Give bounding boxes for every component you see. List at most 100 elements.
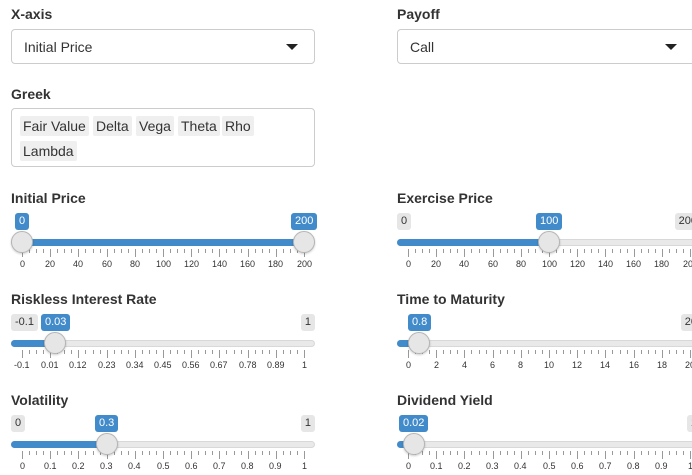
slider-minor-tick (655, 451, 656, 455)
slider-minor-tick (591, 350, 592, 354)
slider-minor-tick (234, 350, 235, 354)
payoff-select[interactable]: Call (397, 29, 692, 64)
slider-minor-tick (198, 451, 199, 455)
slider-tick (248, 451, 249, 459)
slider-handle[interactable] (44, 332, 66, 354)
slider-bar (397, 239, 549, 246)
slider-tick (690, 249, 691, 257)
slider-tick-label: 12 (572, 360, 583, 370)
slider-minor-tick (85, 451, 86, 455)
slider-minor-tick (598, 249, 599, 253)
slider-tick (107, 249, 108, 257)
time-to-maturity-slider[interactable]: 20 0 2 4 6 8 10 12 14 16 18 20 0.8 (397, 314, 692, 374)
exercise-price-slider[interactable]: 0 200 0 20 40 60 80 100 120 140 160 180 200 100 (397, 213, 692, 273)
greek-chip-vega[interactable]: Vega (136, 116, 174, 136)
slider-tick (219, 451, 220, 459)
slider-minor-tick (612, 249, 613, 253)
slider-tick (464, 451, 465, 459)
slider-minor-tick (676, 249, 677, 253)
slider-tick-label: 40 (459, 259, 470, 269)
slider-handle[interactable] (408, 332, 430, 354)
caret-down-icon (665, 44, 677, 50)
slider-tick-label: 0.5 (157, 461, 170, 471)
slider-track[interactable] (397, 340, 692, 347)
slider-minor-tick (57, 249, 58, 253)
slider-tick-label: 0 (406, 259, 412, 269)
slider-minor-tick (620, 249, 621, 253)
slider-minor-tick (100, 350, 101, 354)
slider-minor-tick (241, 249, 242, 253)
slider-minor-tick (598, 451, 599, 455)
slider-handle[interactable] (96, 433, 118, 455)
slider-minor-tick (443, 249, 444, 253)
slider-tick-label: 0.2 (458, 461, 471, 471)
slider-tick (464, 249, 465, 257)
dividend-yield-slider[interactable]: 1 0 0.1 0.2 0.3 0.4 0.5 0.6 0.7 0.8 0.9 1 0.02 (397, 415, 692, 475)
greek-chip-fair-value[interactable]: Fair Value (20, 116, 89, 136)
slider-minor-tick (212, 350, 213, 354)
slider-tick-label: 0.3 (100, 461, 113, 471)
slider-minor-tick (620, 350, 621, 354)
slider-minor-tick (290, 350, 291, 354)
slider-tick-label: 2 (434, 360, 440, 370)
slider-minor-tick (93, 249, 94, 253)
slider-tick-label: 1 (302, 461, 308, 471)
slider-minor-tick (591, 249, 592, 253)
slider-tick-label: 0.1 (44, 461, 57, 471)
slider-minor-tick (57, 451, 58, 455)
slider-handle-to[interactable] (293, 231, 315, 253)
slider-tick (191, 451, 192, 459)
slider-minor-tick (683, 350, 684, 354)
slider-minor-tick (114, 249, 115, 253)
slider-tick (521, 350, 522, 358)
slider-minor-tick (570, 249, 571, 253)
slider-tick-label: 18 (657, 360, 668, 370)
slider-minor-tick (683, 249, 684, 253)
slider-minor-tick (507, 451, 508, 455)
slider-handle-from[interactable] (11, 231, 33, 253)
slider-minor-tick (255, 451, 256, 455)
greek-chip-delta[interactable]: Delta (93, 116, 132, 136)
slider-tick-label: -0.1 (14, 360, 30, 370)
slider-minor-tick (177, 451, 178, 455)
slider-minor-tick (184, 249, 185, 253)
slider-minor-tick (170, 249, 171, 253)
slider-value-badge: 0.8 (408, 314, 432, 331)
slider-minor-tick (655, 350, 656, 354)
slider-handle[interactable] (403, 433, 425, 455)
slider-minor-tick (177, 249, 178, 253)
slider-minor-tick (149, 249, 150, 253)
slider-tick-label: 140 (598, 259, 614, 269)
greek-chip-lambda[interactable]: Lambda (20, 141, 77, 161)
slider-minor-tick (297, 451, 298, 455)
slider-minor-tick (479, 350, 480, 354)
slider-handle[interactable] (538, 231, 560, 253)
greek-chip-rho[interactable]: Rho (222, 116, 254, 136)
slider-minor-tick (205, 350, 206, 354)
slider-tick-label: 6 (490, 360, 496, 370)
greek-label: Greek (11, 86, 51, 102)
riskless-rate-slider[interactable]: -0.1 1 -0.1 0.01 0.12 0.23 0.34 0.45 0.56 0.67 0.7… (11, 314, 315, 374)
slider-minor-tick (290, 451, 291, 455)
slider-tick (577, 451, 578, 459)
slider-minor-tick (36, 350, 37, 354)
slider-tick (304, 350, 305, 358)
slider-minor-tick (669, 451, 670, 455)
slider-min-badge: 0 (11, 415, 26, 432)
slider-minor-tick (669, 350, 670, 354)
slider-tick-label: 1 (302, 360, 308, 370)
slider-minor-tick (114, 350, 115, 354)
slider-track[interactable] (397, 441, 692, 448)
slider-minor-tick (290, 249, 291, 253)
slider-tick (78, 451, 79, 459)
slider-tick (191, 249, 192, 257)
slider-minor-tick (156, 249, 157, 253)
greek-multiselect[interactable]: Fair Value Delta Vega Theta Rho Lambda (11, 108, 315, 167)
slider-max-badge: 1 (686, 415, 692, 432)
volatility-slider[interactable]: 0 1 0 0.1 0.2 0.3 0.4 0.5 0.6 0.7 0.8 0.9 1 0.3 (11, 415, 315, 475)
greek-chip-theta[interactable]: Theta (178, 116, 220, 136)
initial-price-slider[interactable]: 0 20 40 60 80 100 120 140 160 180 200 0 200 (11, 213, 318, 273)
slider-tick (248, 350, 249, 358)
slider-tick-label: 0.45 (154, 360, 172, 370)
xaxis-select[interactable]: Initial Price (11, 29, 315, 64)
